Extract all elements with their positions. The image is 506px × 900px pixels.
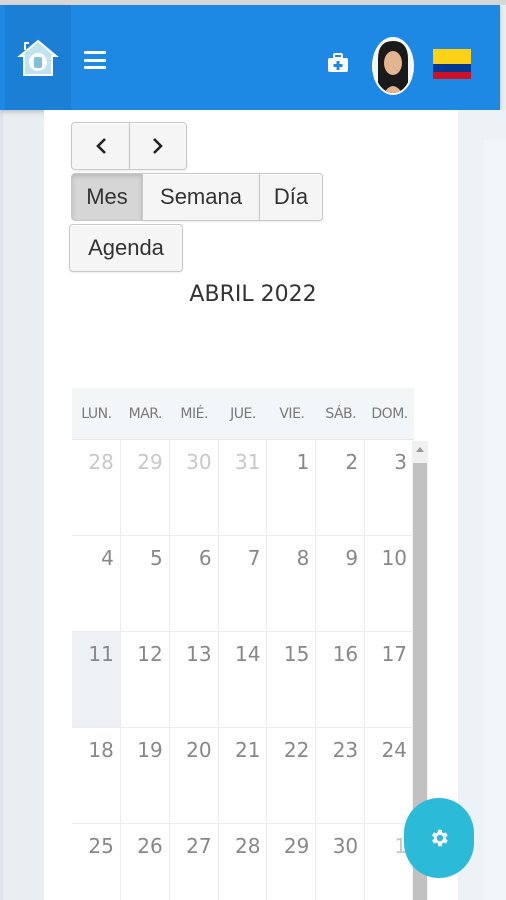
- user-avatar[interactable]: [372, 37, 414, 95]
- calendar-week-row: 25 26 27 28 29 30 1: [72, 824, 415, 900]
- flag-red-stripe: [433, 72, 471, 79]
- weekday-label: VIE.: [279, 405, 305, 422]
- calendar-day-other-month[interactable]: 30: [170, 440, 219, 535]
- calendar-day-cell[interactable]: 16: [316, 632, 366, 727]
- chevron-right-icon: [153, 138, 163, 154]
- next-month-button[interactable]: [129, 122, 187, 170]
- calendar-day-cell[interactable]: 2: [316, 440, 366, 535]
- calendar-day-cell[interactable]: 5: [121, 536, 170, 631]
- flag-yellow-stripe: [433, 49, 471, 64]
- calendar-day-cell[interactable]: 29: [267, 824, 317, 900]
- medical-kit-icon[interactable]: [327, 53, 349, 73]
- weekday-label: JUE.: [230, 405, 256, 422]
- calendar-day-other-month[interactable]: 31: [219, 440, 268, 535]
- view-agenda-button[interactable]: Agenda: [69, 224, 183, 272]
- weekday-label: LUN.: [81, 405, 112, 422]
- scroll-up-arrow-icon[interactable]: [416, 447, 424, 452]
- calendar-week-row: 18 19 20 21 22 23 24: [72, 728, 415, 824]
- weekday-label: DOM.: [371, 405, 408, 422]
- flag-blue-stripe: [433, 64, 471, 72]
- calendar-week-row: 11 12 13 14 15 16 17: [72, 632, 415, 728]
- month-calendar: LUN. MAR. MIÉ. JUE. VIE. SÁB. DOM. 28 29 30 31 1 2 3…: [72, 388, 415, 900]
- weekday-header: LUN. MAR. MIÉ. JUE. VIE. SÁB. DOM.: [72, 388, 414, 440]
- calendar-day-cell[interactable]: 22: [267, 728, 317, 823]
- calendar-week-row: 28 29 30 31 1 2 3: [72, 440, 415, 536]
- prev-month-button[interactable]: [71, 122, 130, 170]
- calendar-day-cell[interactable]: 20: [170, 728, 219, 823]
- calendar-day-cell[interactable]: 26: [121, 824, 170, 900]
- weekday-label: SÁB.: [325, 405, 357, 422]
- calendar-day-cell[interactable]: 12: [121, 632, 170, 727]
- view-week-button[interactable]: Semana: [142, 173, 260, 221]
- gear-icon: [432, 829, 448, 847]
- chevron-left-icon: [95, 138, 106, 154]
- calendar-day-other-month[interactable]: 29: [121, 440, 170, 535]
- app-header: [0, 5, 500, 110]
- calendar-day-cell[interactable]: 28: [219, 824, 268, 900]
- view-month-button[interactable]: Mes: [71, 173, 143, 221]
- calendar-title: ABRIL 2022: [189, 282, 317, 307]
- calendar-day-cell[interactable]: 4: [72, 536, 121, 631]
- calendar-day-cell[interactable]: 23: [316, 728, 366, 823]
- calendar-day-cell[interactable]: 6: [170, 536, 219, 631]
- calendar-day-cell[interactable]: 11: [72, 632, 121, 727]
- calendar-day-cell[interactable]: 25: [72, 824, 121, 900]
- calendar-day-cell[interactable]: 27: [170, 824, 219, 900]
- home-heart-icon: [17, 39, 59, 76]
- calendar-day-cell[interactable]: 10: [365, 536, 415, 631]
- calendar-day-cell[interactable]: 24: [365, 728, 415, 823]
- calendar-day-cell[interactable]: 17: [365, 632, 415, 727]
- calendar-week-row: 4 5 6 7 8 9 10: [72, 536, 415, 632]
- calendar-day-cell[interactable]: 30: [316, 824, 366, 900]
- calendar-day-cell[interactable]: 18: [72, 728, 121, 823]
- weekday-label: MIÉ.: [180, 405, 208, 422]
- calendar-day-cell[interactable]: 15: [267, 632, 317, 727]
- view-day-button[interactable]: Día: [259, 173, 323, 221]
- calendar-day-cell[interactable]: 14: [219, 632, 268, 727]
- hamburger-menu-icon[interactable]: [84, 51, 106, 69]
- calendar-day-cell[interactable]: 8: [267, 536, 317, 631]
- logo-button[interactable]: [5, 5, 71, 110]
- calendar-day-other-month[interactable]: 28: [72, 440, 121, 535]
- calendar-day-cell[interactable]: 3: [365, 440, 415, 535]
- calendar-day-cell[interactable]: 13: [170, 632, 219, 727]
- right-gutter: [458, 110, 506, 900]
- calendar-day-cell[interactable]: 7: [219, 536, 268, 631]
- calendar-grid: 28 29 30 31 1 2 3 4 5 6 7 8 9 10 11 12 13 14 15 16 17 18 19 20 2…: [72, 440, 415, 900]
- weekday-label: MAR.: [128, 405, 163, 422]
- calendar-day-cell[interactable]: 1: [267, 440, 317, 535]
- left-border: [0, 110, 3, 900]
- colombia-flag-icon[interactable]: [433, 49, 471, 79]
- settings-fab-button[interactable]: [404, 798, 474, 878]
- calendar-day-cell[interactable]: 19: [121, 728, 170, 823]
- calendar-day-cell[interactable]: 21: [219, 728, 268, 823]
- calendar-day-cell[interactable]: 9: [316, 536, 366, 631]
